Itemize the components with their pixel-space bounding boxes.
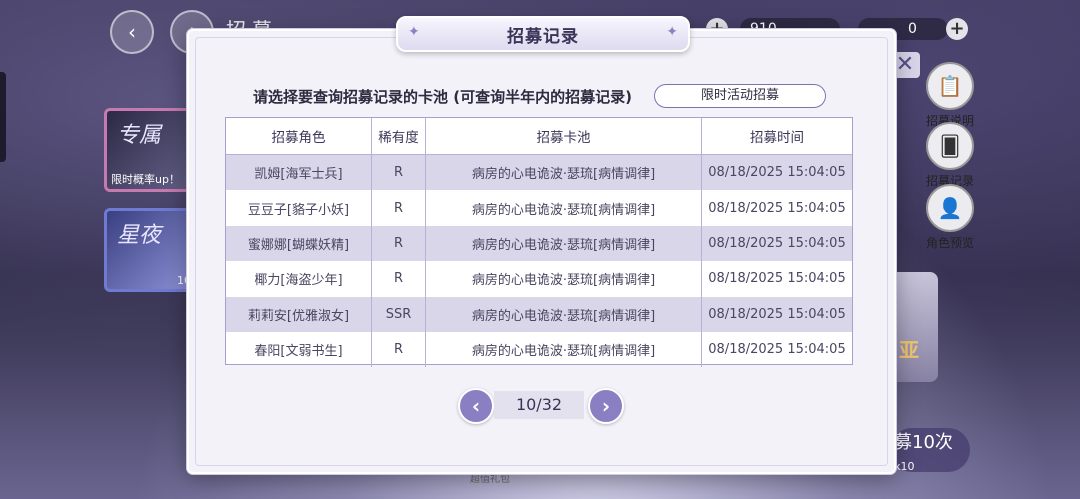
rarity-cell: R <box>372 190 426 226</box>
pool-cell: 病房的心电诡波·瑟琉[病情调律] <box>426 190 702 226</box>
chevron-left-icon: ‹ <box>471 394 481 418</box>
table-row: 豆豆子[貉子小妖] R 病房的心电诡波·瑟琉[病情调律] 08/18/2025 … <box>226 190 852 226</box>
next-page-button[interactable]: › <box>588 388 624 424</box>
pool-cell: 病房的心电诡波·瑟琉[病情调律] <box>426 155 702 191</box>
back-button[interactable]: ‹ <box>110 10 154 54</box>
sparkle-icon: ✦ <box>666 24 678 40</box>
time-cell: 08/18/2025 15:04:05 <box>708 165 846 181</box>
rarity-cell: R <box>372 155 426 191</box>
left-edge-tab <box>0 72 6 162</box>
rarity-cell: R <box>372 331 426 368</box>
add-currency-button-2[interactable]: + <box>946 18 968 40</box>
pool-cell: 病房的心电诡波·瑟琉[病情调律] <box>426 261 702 297</box>
character-cell: 椰力[海盗少年] <box>226 261 372 297</box>
character-name-fragment: 亚 <box>899 338 919 362</box>
table-row: 凯姆[海军士兵] R 病房的心电诡波·瑟琉[病情调律] 08/18/2025 1… <box>226 155 852 191</box>
pool-select-button[interactable]: 限时活动招募 <box>654 84 826 108</box>
column-header: 招募卡池 <box>426 118 702 154</box>
dialog-title: 招募记录 <box>507 26 579 47</box>
time-cell: 08/18/2025 15:04:05 <box>708 342 846 358</box>
rarity-cell: SSR <box>372 296 426 332</box>
page-indicator: 10/32 <box>494 391 584 419</box>
column-header: 招募角色 <box>226 118 372 154</box>
column-header: 稀有度 <box>372 118 426 154</box>
record-table: 招募角色 稀有度 招募卡池 招募时间 凯姆[海军士兵] R 病房的心电诡波·瑟琉… <box>225 117 853 368</box>
recruit-ten-button[interactable]: 募10次 x10 <box>890 428 970 473</box>
time-cell: 08/18/2025 15:04:05 <box>708 235 846 251</box>
time-cell: 08/18/2025 15:04:05 <box>708 200 846 216</box>
side-recruit-record[interactable]: 🂠 招募记录 <box>918 122 982 189</box>
prev-page-button[interactable]: ‹ <box>458 388 494 424</box>
time-cell: 08/18/2025 15:04:05 <box>708 271 846 287</box>
pool-cell: 病房的心电诡波·瑟琉[病情调律] <box>426 296 702 332</box>
table-row: 椰力[海盗少年] R 病房的心电诡波·瑟琉[病情调律] 08/18/2025 1… <box>226 261 852 297</box>
rarity-cell: R <box>372 261 426 297</box>
character-cell: 豆豆子[貉子小妖] <box>226 190 372 226</box>
character-cell: 凯姆[海军士兵] <box>226 155 372 191</box>
side-recruit-info[interactable]: 📋 招募说明 <box>918 62 982 129</box>
cards-icon: 🂠 <box>926 122 974 170</box>
dialog-title-bar: ✦ 招募记录 ✦ <box>396 16 690 52</box>
sparkle-icon: ✦ <box>408 24 420 40</box>
column-header: 招募时间 <box>750 130 804 146</box>
table-row: 蜜娜娜[蝴蝶妖精] R 病房的心电诡波·瑟琉[病情调律] 08/18/2025 … <box>226 225 852 262</box>
side-character-preview[interactable]: 👤 角色预览 <box>918 184 982 251</box>
pool-cell: 病房的心电诡波·瑟琉[病情调律] <box>426 225 702 262</box>
clipboard-icon: 📋 <box>926 62 974 110</box>
table-row: 春阳[文弱书生] R 病房的心电诡波·瑟琉[病情调律] 08/18/2025 1… <box>226 331 852 368</box>
banner-starry-night[interactable]: 星夜 10 <box>104 208 196 292</box>
rarity-cell: R <box>372 225 426 262</box>
pool-select-prompt: 请选择要查询招募记录的卡池 (可查询半年内的招募记录) <box>253 88 632 106</box>
character-cell: 莉莉安[优雅淑女] <box>226 296 372 332</box>
back-arrow-icon: ‹ <box>128 20 136 44</box>
pool-cell: 病房的心电诡波·瑟琉[病情调律] <box>426 331 702 368</box>
time-cell: 08/18/2025 15:04:05 <box>708 306 846 322</box>
person-icon: 👤 <box>926 184 974 232</box>
table-header: 招募角色 稀有度 招募卡池 招募时间 <box>226 118 852 155</box>
character-cell: 春阳[文弱书生] <box>226 331 372 368</box>
chevron-right-icon: › <box>601 394 611 418</box>
table-row: 莉莉安[优雅淑女] SSR 病房的心电诡波·瑟琉[病情调律] 08/18/202… <box>226 296 852 332</box>
banner-exclusive[interactable]: 专属 限时概率up！ <box>104 108 196 192</box>
character-cell: 蜜娜娜[蝴蝶妖精] <box>226 225 372 262</box>
